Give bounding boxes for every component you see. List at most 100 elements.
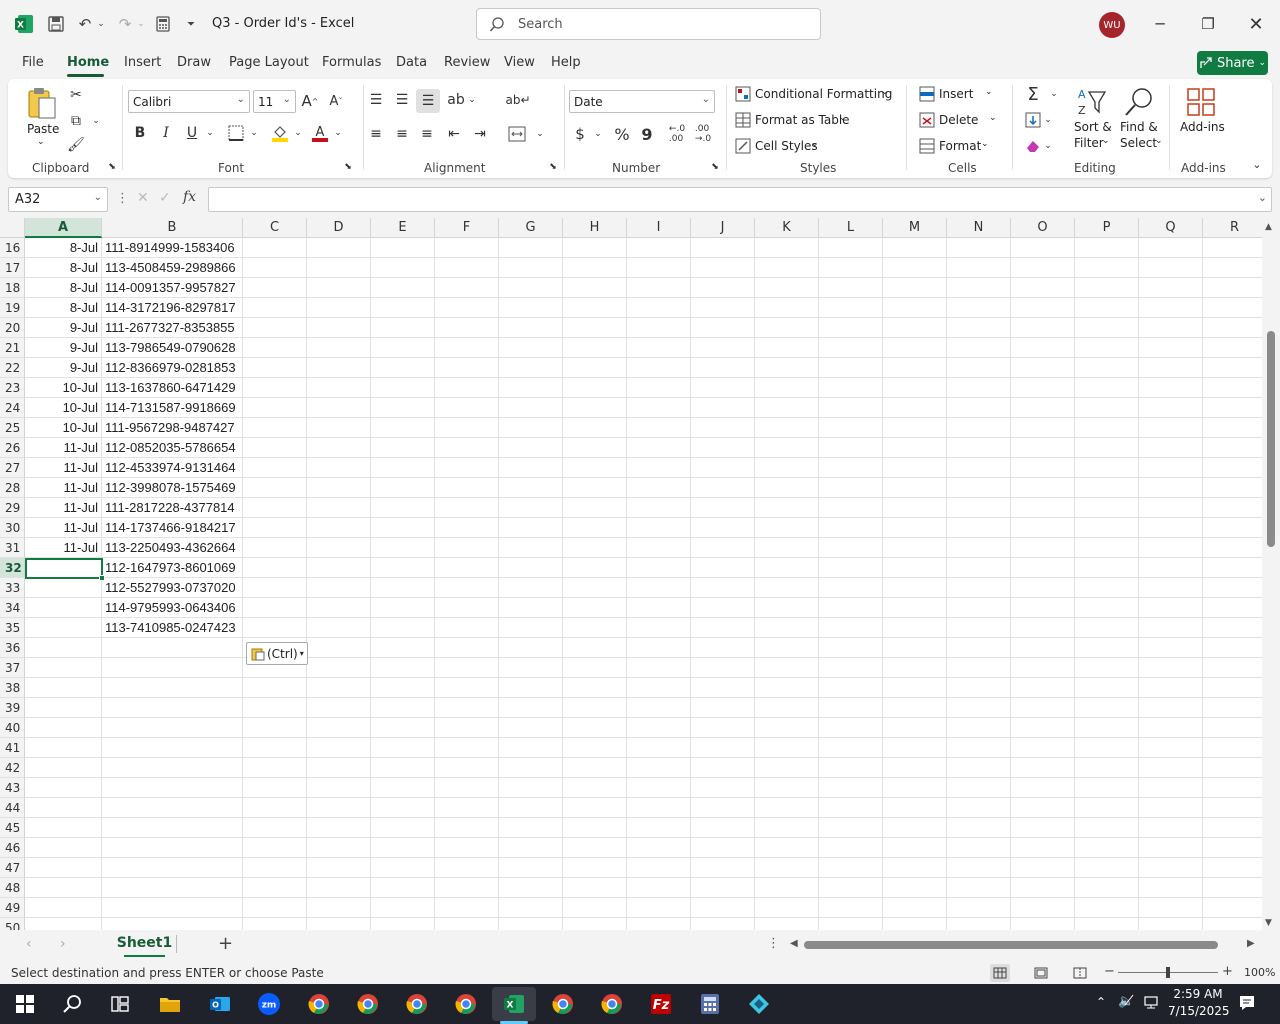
notifications-icon[interactable] [1238,994,1256,1015]
cell-n[interactable] [947,678,1011,698]
cell-k[interactable] [755,398,819,418]
cell-e[interactable] [371,698,435,718]
cell-l[interactable] [819,618,883,638]
cell-q[interactable] [1139,338,1203,358]
cell-k[interactable] [755,498,819,518]
cell-g[interactable] [499,478,563,498]
cell-m[interactable] [883,818,947,838]
fill-color-icon[interactable] [270,123,290,143]
cell-j[interactable] [691,758,755,778]
cell-e[interactable] [371,858,435,878]
cell-b[interactable] [102,898,243,918]
cell-l[interactable] [819,458,883,478]
cell-h[interactable] [563,618,627,638]
cell-p[interactable] [1075,838,1139,858]
cell-g[interactable] [499,858,563,878]
cell-b[interactable] [102,818,243,838]
cell-o[interactable] [1011,658,1075,678]
tab-view[interactable]: View [504,55,535,70]
cell-m[interactable] [883,558,947,578]
row-header[interactable]: 36 [0,638,25,658]
zoom-app-icon[interactable]: zm [254,990,284,1018]
cell-q[interactable] [1139,758,1203,778]
orientation-dropdown-icon[interactable]: ⌄ [467,89,477,111]
cell-e[interactable] [371,638,435,658]
cell-g[interactable] [499,538,563,558]
cell-k[interactable] [755,258,819,278]
cell-q[interactable] [1139,378,1203,398]
cell-r[interactable] [1203,698,1262,718]
cell-o[interactable] [1011,778,1075,798]
cell-b[interactable]: 114-1737466-9184217 [102,518,243,538]
more-options-icon[interactable]: ⋮ [116,191,129,209]
cell-j[interactable] [691,818,755,838]
tray-chevron-icon[interactable]: ⌃ [1096,995,1106,1009]
cell-a[interactable]: 11-Jul [25,458,102,478]
expand-formula-icon[interactable]: ⌄ [1258,191,1267,204]
cell-g[interactable] [499,718,563,738]
confirm-entry-icon[interactable]: ✓ [159,190,173,208]
column-header-p[interactable]: P [1075,218,1139,238]
cell-q[interactable] [1139,598,1203,618]
cell-k[interactable] [755,678,819,698]
format-as-table-label[interactable]: Format as Table [755,113,850,127]
cell-d[interactable] [307,598,371,618]
cell-f[interactable] [435,378,499,398]
cell-e[interactable] [371,478,435,498]
cell-a[interactable]: 8-Jul [25,298,102,318]
cell-a[interactable] [25,758,102,778]
cell-q[interactable] [1139,558,1203,578]
cell-j[interactable] [691,298,755,318]
cell-a[interactable] [25,798,102,818]
cell-l[interactable] [819,478,883,498]
cell-q[interactable] [1139,438,1203,458]
cell-l[interactable] [819,358,883,378]
cell-j[interactable] [691,518,755,538]
cell-l[interactable] [819,638,883,658]
align-left-icon[interactable]: ≡ [365,123,387,145]
cell-p[interactable] [1075,478,1139,498]
cell-h[interactable] [563,658,627,678]
cell-c[interactable] [243,718,307,738]
cell-i[interactable] [627,258,691,278]
cell-n[interactable] [947,378,1011,398]
cell-n[interactable] [947,738,1011,758]
cell-p[interactable] [1075,278,1139,298]
cell-h[interactable] [563,898,627,918]
add-sheet-icon[interactable]: + [218,933,233,954]
cell-h[interactable] [563,238,627,258]
cell-l[interactable] [819,598,883,618]
cell-k[interactable] [755,418,819,438]
chevron-down-icon[interactable]: ⌄ [839,113,847,123]
cell-n[interactable] [947,778,1011,798]
cell-r[interactable] [1203,278,1262,298]
row-header[interactable]: 44 [0,798,25,818]
undo-icon[interactable]: ↶ [74,12,96,36]
column-header-q[interactable]: Q [1139,218,1203,238]
increase-indent-icon[interactable]: ⇥ [469,123,491,145]
cell-i[interactable] [627,458,691,478]
cell-i[interactable] [627,718,691,738]
cell-a[interactable] [25,838,102,858]
column-header-l[interactable]: L [819,218,883,238]
cell-g[interactable] [499,258,563,278]
cell-o[interactable] [1011,518,1075,538]
cell-m[interactable] [883,538,947,558]
cell-r[interactable] [1203,338,1262,358]
cell-p[interactable] [1075,798,1139,818]
cell-c[interactable] [243,498,307,518]
align-center-icon[interactable]: ≡ [391,123,413,145]
increase-decimal-icon[interactable]: ←.0.00 [666,123,688,145]
column-header-c[interactable]: C [243,218,307,238]
cell-i[interactable] [627,798,691,818]
cell-l[interactable] [819,538,883,558]
cell-r[interactable] [1203,438,1262,458]
cell-l[interactable] [819,778,883,798]
cell-f[interactable] [435,618,499,638]
cell-f[interactable] [435,338,499,358]
cell-n[interactable] [947,438,1011,458]
chevron-down-icon[interactable]: ⌄ [811,139,819,149]
column-header-b[interactable]: B [102,218,243,238]
cell-r[interactable] [1203,738,1262,758]
cell-c[interactable] [243,918,307,930]
